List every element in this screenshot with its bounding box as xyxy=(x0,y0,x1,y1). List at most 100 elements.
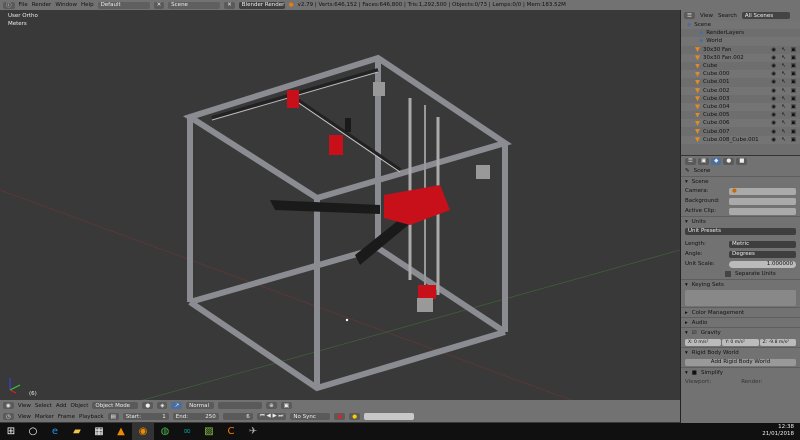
render-camera-icon[interactable]: ▣ xyxy=(791,96,796,102)
keying-sets-header[interactable]: ▾ Keying Sets xyxy=(681,279,800,289)
visibility-eye-icon[interactable]: ◉ xyxy=(771,71,776,77)
selectable-cursor-icon[interactable]: ↖ xyxy=(781,96,786,102)
object-tab-icon[interactable]: ■ xyxy=(736,157,748,165)
visibility-eye-icon[interactable]: ◉ xyxy=(771,137,776,143)
playback-controls[interactable]: ⏮ ◀ ▶ ⏭ xyxy=(256,413,287,420)
render-camera-icon[interactable]: ▣ xyxy=(791,79,796,85)
editor-type-button[interactable]: ⓘ xyxy=(3,1,15,9)
outliner-item[interactable]: Cube.003 ◉ ↖ ▣ xyxy=(681,95,800,103)
render-camera-icon[interactable]: ▣ xyxy=(791,88,796,94)
gravity-z-field[interactable]: Z: -9.8 m/s² xyxy=(759,338,796,346)
outliner-item[interactable]: 30x30 Fan.002 ◉ ↖ ▣ xyxy=(681,53,800,62)
outliner-filter-select[interactable]: All Scenes xyxy=(741,12,790,19)
outliner-item[interactable]: ◆ Scene xyxy=(681,21,800,30)
outliner-menu-search[interactable]: Search xyxy=(718,13,737,19)
blender-icon[interactable]: ◉ xyxy=(132,423,154,440)
visibility-eye-icon[interactable]: ◉ xyxy=(771,79,776,85)
visibility-eye-icon[interactable]: ◉ xyxy=(771,55,776,61)
gravity-checkbox[interactable]: ☑ xyxy=(692,330,697,336)
simplify-checkbox[interactable]: ■ xyxy=(692,370,697,376)
selectable-cursor-icon[interactable]: ↖ xyxy=(781,79,786,85)
outliner-item[interactable]: Cube.001 ◉ ↖ ▣ xyxy=(681,78,800,86)
selectable-cursor-icon[interactable]: ↖ xyxy=(781,137,786,143)
outliner-editor-type[interactable]: ☰ xyxy=(684,12,695,19)
current-frame-field[interactable]: 6 xyxy=(222,413,253,420)
world-tab-icon[interactable]: ● xyxy=(723,157,735,165)
arduino-icon[interactable]: ∞ xyxy=(176,423,198,440)
selectable-cursor-icon[interactable]: ↖ xyxy=(781,63,786,69)
outliner-item[interactable]: Cube ◉ ↖ ▣ xyxy=(681,62,800,70)
selectable-cursor-icon[interactable]: ↖ xyxy=(781,88,786,94)
visibility-eye-icon[interactable]: ◉ xyxy=(771,120,776,126)
menu-playback[interactable]: Playback xyxy=(79,414,104,420)
selectable-cursor-icon[interactable]: ↖ xyxy=(781,71,786,77)
outliner-item[interactable]: Cube.004 ◉ ↖ ▣ xyxy=(681,102,800,112)
render-engine-select[interactable]: Blender Render xyxy=(238,1,285,9)
snap-toggle[interactable]: ⊕ xyxy=(266,402,277,409)
units-panel-header[interactable]: ▾ Units xyxy=(681,216,800,226)
pivot-select[interactable]: ◈ xyxy=(157,402,168,409)
editor-type-button[interactable]: ◷ xyxy=(3,413,14,420)
selectable-cursor-icon[interactable]: ↖ xyxy=(781,120,786,126)
keying-icon[interactable]: ● xyxy=(349,413,361,420)
selectable-cursor-icon[interactable]: ↖ xyxy=(781,104,786,110)
render-camera-icon[interactable]: ▣ xyxy=(791,120,796,126)
visibility-eye-icon[interactable]: ◉ xyxy=(771,63,776,69)
render-camera-icon[interactable]: ▣ xyxy=(791,129,796,135)
visibility-eye-icon[interactable]: ◉ xyxy=(771,112,776,118)
sync-select[interactable]: No Sync xyxy=(290,413,331,420)
pin-icon[interactable]: ✎ xyxy=(685,168,690,174)
orientation-select[interactable]: Normal xyxy=(186,402,215,409)
app-icon[interactable]: ✈ xyxy=(242,423,264,440)
selectable-cursor-icon[interactable]: ↖ xyxy=(781,112,786,118)
menu-object[interactable]: Object xyxy=(71,403,89,409)
3d-viewport[interactable]: User Ortho Meters (6) xyxy=(0,10,680,400)
preview-range-toggle[interactable]: ▤ xyxy=(107,413,119,420)
render-camera-icon[interactable]: ▣ xyxy=(791,63,796,69)
layout-select[interactable]: Default xyxy=(97,1,150,9)
outliner-item[interactable]: Cube.006 ◉ ↖ ▣ xyxy=(681,119,800,128)
render-camera-icon[interactable]: ▣ xyxy=(791,55,796,61)
manipulator-toggle[interactable]: ↗ xyxy=(171,402,183,409)
cortana-icon[interactable]: ○ xyxy=(22,423,44,440)
outliner-item[interactable]: ◆ World xyxy=(681,37,800,46)
visibility-eye-icon[interactable]: ◉ xyxy=(771,88,776,94)
outliner-item[interactable]: Cube.005 ◉ ↖ ▣ xyxy=(681,111,800,119)
chrome-icon[interactable]: ◍ xyxy=(154,423,176,440)
unit-scale-field[interactable]: 1.000000 xyxy=(729,260,796,268)
gravity-header[interactable]: ▾ ☑ Gravity xyxy=(681,327,800,337)
outliner-item[interactable]: Cube.002 ◉ ↖ ▣ xyxy=(681,86,800,95)
mode-select[interactable]: Object Mode xyxy=(92,402,139,409)
visibility-eye-icon[interactable]: ◉ xyxy=(771,47,776,53)
file-explorer-icon[interactable]: ▰ xyxy=(66,423,88,440)
unit-presets-select[interactable]: Unit Presets xyxy=(685,227,796,235)
notepad-icon[interactable]: ▨ xyxy=(198,423,220,440)
audio-header[interactable]: ▸ Audio xyxy=(681,317,800,327)
keying-set-field[interactable] xyxy=(364,413,415,420)
end-frame-field[interactable]: End: 250 xyxy=(172,413,219,420)
length-select[interactable]: Metric xyxy=(729,240,796,248)
menu-window[interactable]: Window xyxy=(55,2,77,8)
add-rigid-body-world-button[interactable]: Add Rigid Body World xyxy=(685,358,796,366)
menu-view[interactable]: View xyxy=(18,414,31,420)
menu-render[interactable]: Render xyxy=(32,2,52,8)
render-tab-icon[interactable]: ▣ xyxy=(697,157,710,165)
visibility-eye-icon[interactable]: ◉ xyxy=(771,104,776,110)
vlc-icon[interactable]: ▲ xyxy=(110,423,132,440)
selectable-cursor-icon[interactable]: ↖ xyxy=(781,47,786,53)
render-camera-icon[interactable]: ▣ xyxy=(791,47,796,53)
selectable-cursor-icon[interactable]: ↖ xyxy=(781,129,786,135)
background-field[interactable] xyxy=(729,197,796,205)
active-clip-field[interactable] xyxy=(729,207,796,215)
layers-grid[interactable] xyxy=(218,402,263,409)
scene-panel-header[interactable]: ▾ Scene xyxy=(681,176,800,186)
store-icon[interactable]: ▦ xyxy=(88,423,110,440)
selectable-cursor-icon[interactable]: ↖ xyxy=(781,55,786,61)
clock[interactable]: 12:38 21/01/2018 xyxy=(762,424,794,438)
outliner-item[interactable]: Cube.007 ◉ ↖ ▣ xyxy=(681,127,800,135)
render-camera-icon[interactable]: ▣ xyxy=(791,137,796,143)
outliner-item[interactable]: Cube.000 ◉ ↖ ▣ xyxy=(681,70,800,79)
scene-select[interactable]: Scene xyxy=(168,1,221,9)
render-camera-icon[interactable]: ▣ xyxy=(791,104,796,110)
color-management-header[interactable]: ▸ Color Management xyxy=(681,307,800,317)
